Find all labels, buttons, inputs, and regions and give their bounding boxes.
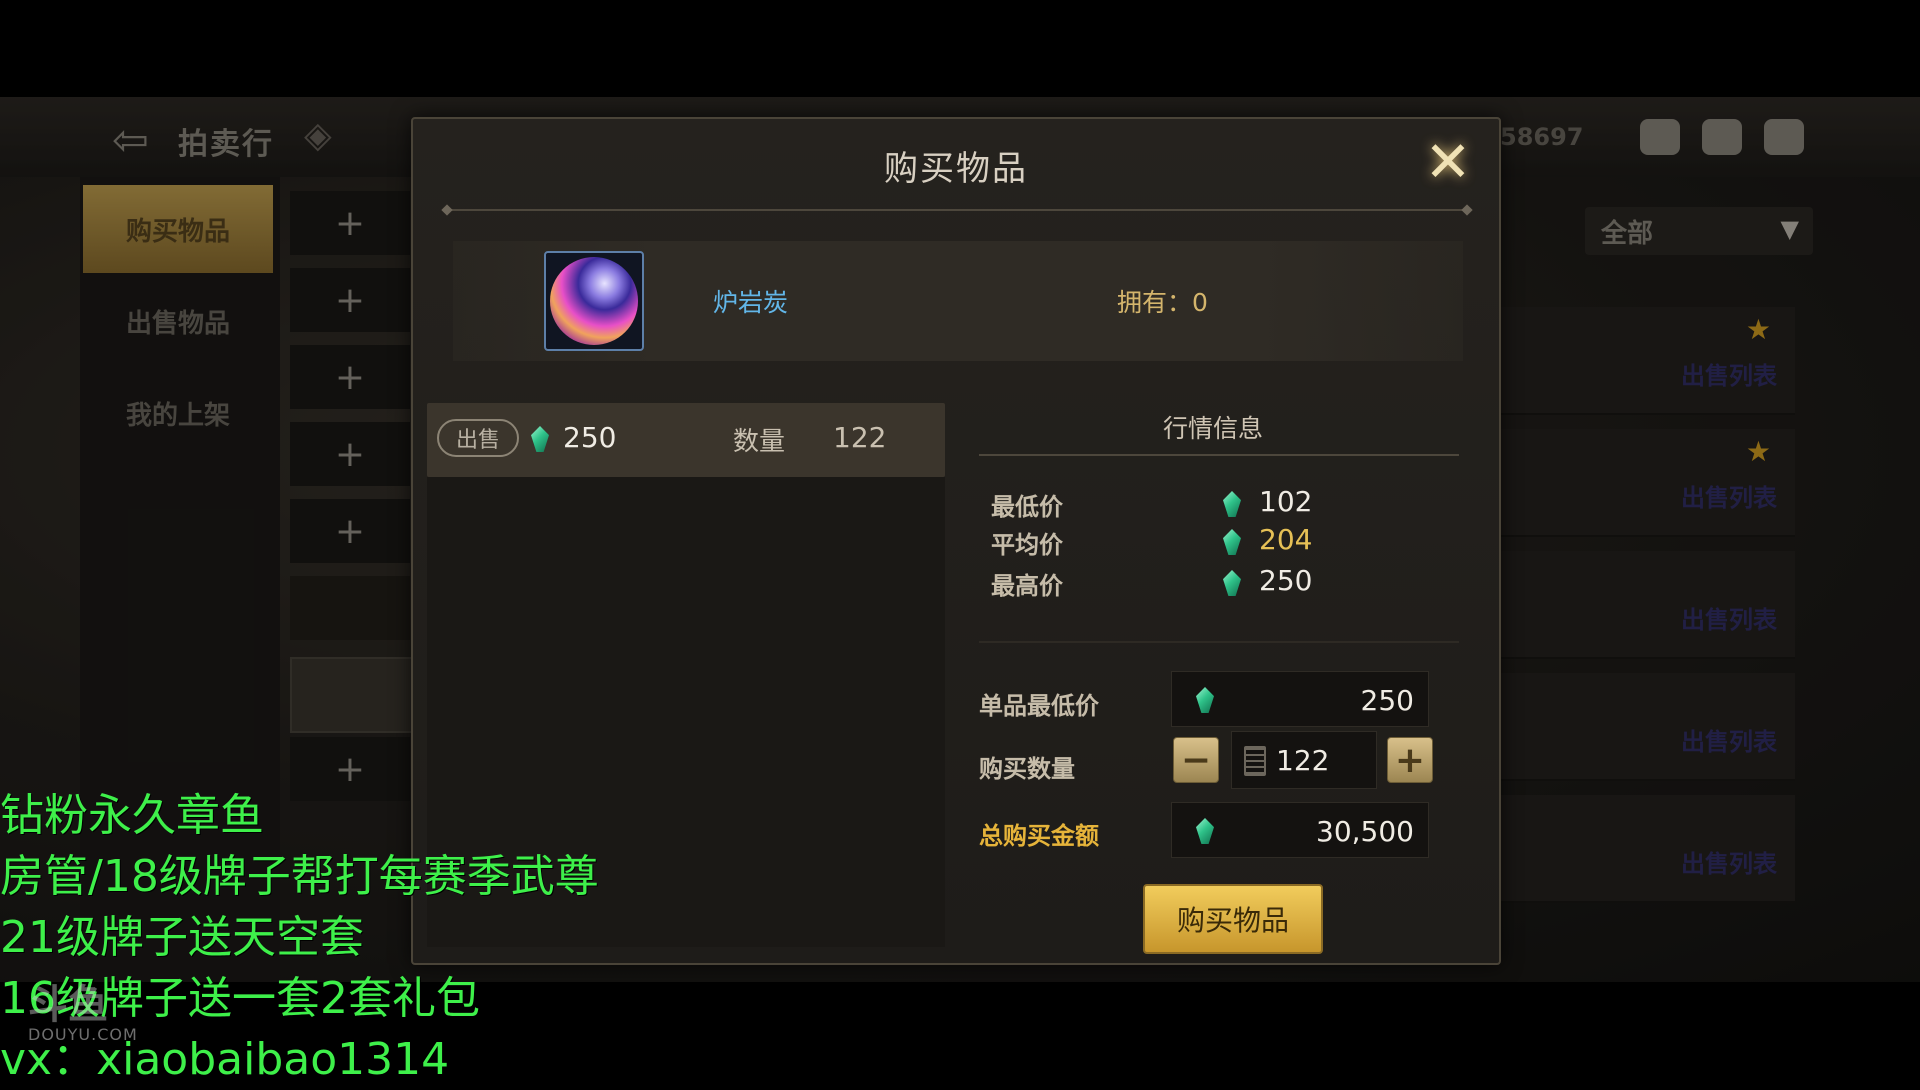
total-amount-field: 30,500	[1171, 802, 1429, 858]
quantity-label: 数量	[733, 427, 786, 457]
close-icon[interactable]: ✕	[1417, 130, 1479, 195]
market-row-min: 最低价 102	[991, 485, 1351, 521]
buy-quantity-label: 购买数量	[979, 755, 1075, 783]
market-value: 250	[1259, 564, 1313, 597]
listing-quantity: 122	[833, 421, 887, 454]
item-name: 炉岩炭	[713, 288, 789, 317]
market-value: 204	[1259, 523, 1313, 556]
overlay-line: 21级牌子送天空套	[0, 912, 364, 963]
quantity-plus-button[interactable]: +	[1387, 737, 1433, 783]
item-icon	[544, 251, 644, 351]
stream-overlay-text: 钻粉永久章鱼 房管/18级牌子帮打每赛季武尊 21级牌子送天空套 16级牌子送一…	[0, 785, 599, 1090]
market-row-avg: 平均价 204	[991, 523, 1351, 559]
unit-min-price-value: 250	[1360, 684, 1414, 717]
unit-min-price-field[interactable]: 250	[1171, 671, 1429, 727]
gem-currency-icon	[531, 426, 549, 452]
market-row-max: 最高价 250	[991, 564, 1351, 600]
gem-currency-icon	[1223, 570, 1241, 596]
douyu-logo: 斗鱼	[28, 982, 108, 1028]
selected-listing[interactable]: 出售 250 数量 122	[427, 403, 945, 477]
gem-currency-icon	[1196, 687, 1214, 713]
overlay-line: 钻粉永久章鱼	[0, 790, 264, 841]
market-value: 102	[1259, 485, 1313, 518]
gem-currency-icon	[1223, 529, 1241, 555]
market-info-title: 行情信息	[1162, 414, 1263, 443]
calculator-icon[interactable]	[1244, 746, 1266, 776]
watermark-url: DOUYU.COM	[28, 1025, 138, 1044]
buy-item-button[interactable]: 购买物品	[1143, 884, 1323, 954]
divider	[979, 454, 1459, 456]
owned-count: 拥有：0	[1117, 288, 1208, 317]
sell-badge: 出售	[437, 419, 519, 457]
quantity-minus-button[interactable]: −	[1173, 737, 1219, 783]
divider	[445, 209, 1469, 211]
market-label: 平均价	[991, 531, 1063, 559]
overlay-line: 房管/18级牌子帮打每赛季武尊	[0, 851, 599, 902]
total-amount-value: 30,500	[1316, 815, 1414, 848]
total-amount-label: 总购买金额	[979, 822, 1099, 850]
market-label: 最低价	[991, 493, 1063, 521]
gem-currency-icon	[1223, 491, 1241, 517]
gem-currency-icon	[1196, 818, 1214, 844]
market-label: 最高价	[991, 572, 1063, 600]
listing-price: 250	[563, 421, 617, 454]
quantity-input[interactable]: 122	[1231, 731, 1377, 789]
douyu-watermark: 斗鱼 DOUYU.COM	[28, 985, 138, 1044]
unit-min-price-label: 单品最低价	[979, 692, 1099, 720]
item-info-bar: 炉岩炭 拥有：0	[453, 241, 1463, 361]
dialog-title: 购买物品	[884, 149, 1028, 189]
quantity-value: 122	[1276, 744, 1330, 777]
divider	[979, 641, 1459, 643]
